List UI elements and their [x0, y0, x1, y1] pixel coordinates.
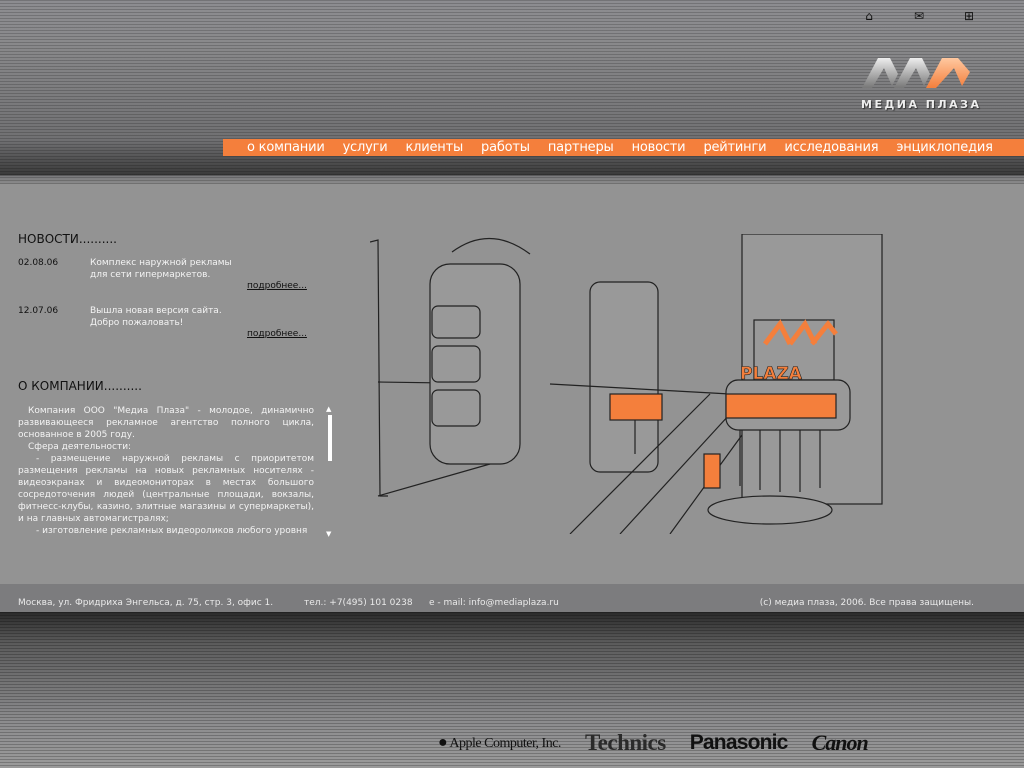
footer: Москва, ул. Фридриха Энгельса, д. 75, ст… [0, 584, 1024, 612]
news-date: 02.08.06 [18, 258, 59, 268]
footer-email[interactable]: e - mail: info@mediaplaza.ru [429, 598, 559, 608]
about-paragraph: - размещение наружной рекламы с приорите… [18, 454, 314, 524]
news-line: Добро пожаловать! [90, 318, 184, 328]
technics-logo[interactable]: Technics [585, 730, 666, 756]
news-line: Вышла новая версия сайта. [90, 306, 222, 316]
apple-logo[interactable]: ● Apple Computer, Inc. [438, 734, 561, 752]
about-paragraph: - изготовление рекламных видеороликов лю… [36, 526, 308, 536]
nav-about[interactable]: о компании [247, 140, 325, 155]
nav-news[interactable]: новости [632, 140, 686, 155]
building-illustration: PLAZA [370, 234, 883, 534]
logo-text: МЕДИА ПЛАЗА [861, 98, 982, 111]
nav-partners[interactable]: партнеры [548, 140, 614, 155]
news-line: для сети гипермаркетов. [90, 270, 211, 280]
nav-ratings[interactable]: рейтинги [703, 140, 766, 155]
apple-icon: ● [438, 734, 448, 751]
nav-encyclopedia[interactable]: энциклопедия [896, 140, 993, 155]
mail-icon[interactable]: ✉ [912, 9, 926, 23]
news-text: Вышла новая версия сайта. Добро пожаловат… [90, 305, 222, 329]
news-title: НОВОСТИ.......... [18, 232, 117, 246]
nav-clients[interactable]: клиенты [406, 140, 464, 155]
canon-logo[interactable]: Canon [812, 730, 869, 756]
scroll-up-icon[interactable]: ▲ [326, 405, 331, 413]
footer-phone: тел.: +7(495) 101 0238 [304, 598, 413, 608]
main-content: НОВОСТИ.......... 02.08.06 Комплекс нару… [0, 184, 1024, 584]
news-more-link[interactable]: подробнее... [247, 281, 307, 291]
news-text: Комплекс наружной рекламы для сети гиперм… [90, 257, 232, 281]
news-line: Комплекс наружной рекламы [90, 258, 232, 268]
about-title: О КОМПАНИИ.......... [18, 379, 142, 393]
scroll-thumb[interactable] [328, 415, 332, 461]
scroll-down-icon[interactable]: ▼ [326, 530, 331, 538]
about-scrollbar[interactable]: ▲ ▼ [325, 405, 335, 538]
sitemap-icon[interactable]: ⊞ [962, 9, 976, 23]
panasonic-logo[interactable]: Panasonic [690, 731, 789, 755]
news-more-link[interactable]: подробнее... [247, 329, 307, 339]
about-text[interactable]: Компания ООО "Медиа Плаза" - молодое, ди… [18, 405, 314, 538]
header: ⌂ ✉ ⊞ МЕДИА ПЛАЗА о компании услуги клие… [0, 0, 1024, 184]
nav-works[interactable]: работы [481, 140, 530, 155]
about-paragraph: Сфера деятельности: [28, 442, 132, 452]
about-paragraph: Компания ООО "Медиа Плаза" - молодое, ди… [18, 406, 314, 440]
footer-address: Москва, ул. Фридриха Энгельса, д. 75, ст… [18, 598, 274, 608]
news-date: 12.07.06 [18, 306, 59, 316]
home-icon[interactable]: ⌂ [862, 9, 876, 23]
top-icons: ⌂ ✉ ⊞ [862, 9, 976, 23]
nav-services[interactable]: услуги [343, 140, 388, 155]
nav-research[interactable]: исследования [784, 140, 878, 155]
brand-logos: ● Apple Computer, Inc. Technics Panasoni… [438, 730, 869, 756]
main-nav: о компании услуги клиенты работы партнер… [223, 139, 1024, 156]
apple-logo-text: Apple Computer, Inc. [449, 736, 561, 751]
footer-copyright: (c) медиа плаза, 2006. Все права защищен… [759, 598, 974, 608]
